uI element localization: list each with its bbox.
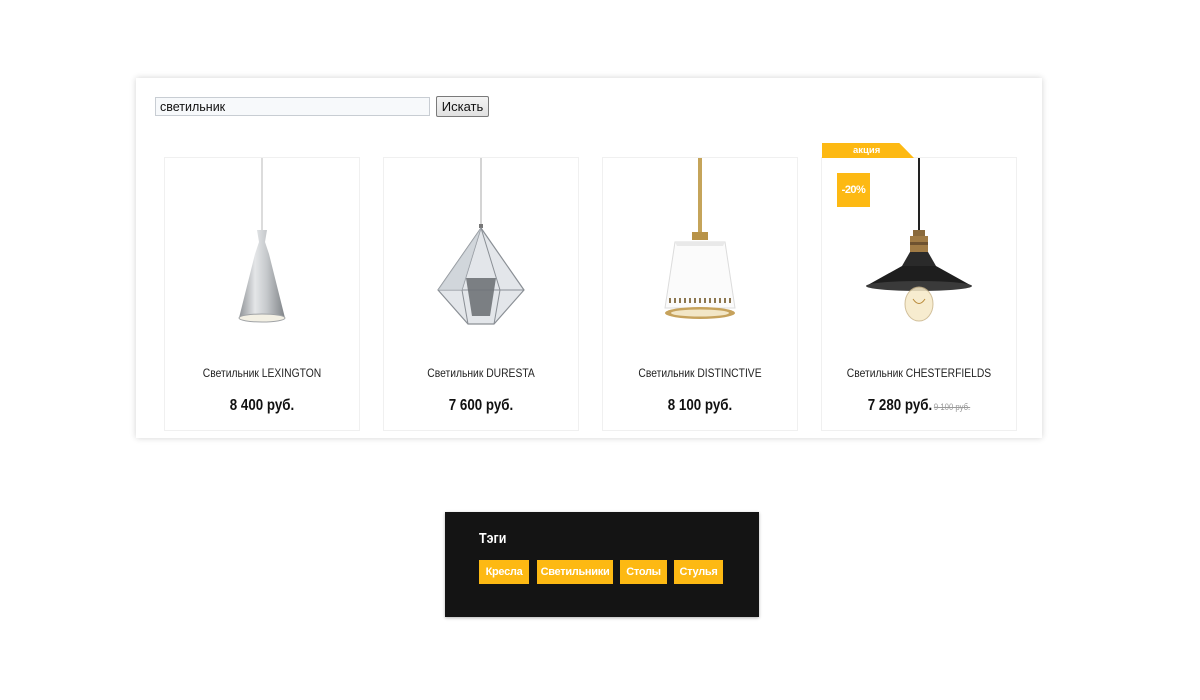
product-card-lexington[interactable]: Светильник LEXINGTON 8 400 руб. [164, 157, 360, 431]
product-image[interactable] [603, 158, 797, 353]
old-price: 9 100 руб. [933, 402, 971, 412]
current-price: 8 100 руб. [667, 397, 733, 414]
product-image[interactable] [384, 158, 578, 353]
current-price: 7 280 руб. [867, 397, 933, 414]
lamp-distinctive-white-icon [664, 158, 736, 319]
discount-badge: -20% [837, 173, 870, 207]
product-price: 7 280 руб. 9 100 руб. [836, 397, 1003, 415]
tag-stoly[interactable]: Столы [620, 560, 667, 584]
product-price: 8 400 руб. [179, 397, 346, 415]
product-title[interactable]: Светильник DURESTA [398, 366, 565, 380]
current-price: 7 600 руб. [448, 397, 514, 414]
product-card-distinctive[interactable]: Светильник DISTINCTIVE 8 100 руб. [602, 157, 798, 431]
tags-title: Тэги [479, 531, 507, 547]
lamp-duresta-prism-icon [437, 158, 525, 325]
tag-svetilniki[interactable]: Светильники [537, 560, 613, 584]
product-title[interactable]: Светильник LEXINGTON [179, 366, 346, 380]
search-input[interactable] [155, 97, 430, 116]
search-results-panel: Искать Светильник LEXINGTON 8 400 руб. [136, 78, 1042, 438]
product-card-chesterfields[interactable]: -20% Светильник CHESTERFIELDS 7 280 руб.… [821, 157, 1017, 431]
product-price: 7 600 руб. [398, 397, 565, 415]
lamp-lexington-cone-icon [238, 158, 286, 323]
promo-ribbon: акция [822, 143, 914, 158]
current-price: 8 400 руб. [229, 397, 295, 414]
product-title[interactable]: Светильник DISTINCTIVE [617, 366, 784, 380]
product-title[interactable]: Светильник CHESTERFIELDS [836, 366, 1003, 380]
product-image[interactable] [165, 158, 359, 353]
search-button[interactable]: Искать [436, 96, 489, 117]
product-card-duresta[interactable]: Светильник DURESTA 7 600 руб. [383, 157, 579, 431]
product-image[interactable]: -20% [822, 158, 1016, 353]
tag-stulya[interactable]: Стулья [674, 560, 723, 584]
tag-kresla[interactable]: Кресла [479, 560, 529, 584]
product-price: 8 100 руб. [617, 397, 784, 415]
tags-widget: Тэги Кресла Светильники Столы Стулья [445, 512, 759, 617]
